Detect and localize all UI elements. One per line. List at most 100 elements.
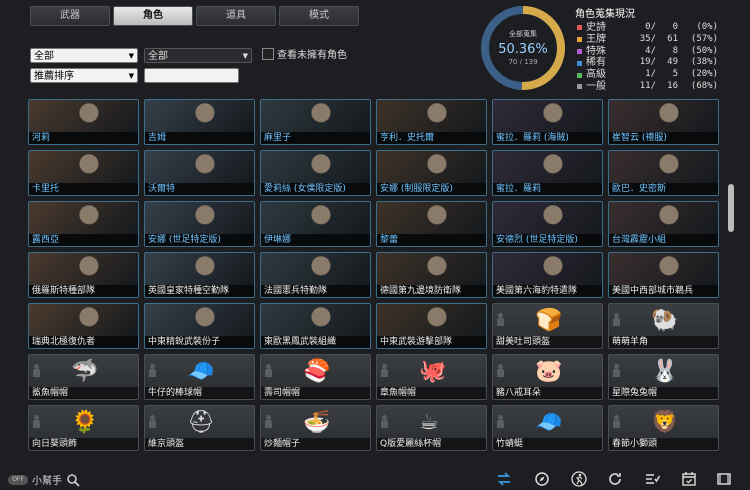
character-name: 安娜 (世足特定版): [145, 234, 254, 246]
show-unowned-label: 查看未擁有角色: [277, 50, 347, 61]
rarity-owned: 11/: [639, 80, 656, 91]
character-card[interactable]: 吉姆: [144, 99, 255, 145]
rarity-percent: (50%): [690, 45, 718, 56]
character-name: 麻里子: [261, 132, 370, 144]
search-input[interactable]: [144, 68, 239, 83]
character-card[interactable]: 🐏 萌萌羊角: [608, 303, 719, 349]
character-name: 法國憲兵特勤隊: [261, 285, 370, 297]
rarity-name: 王牌: [586, 33, 606, 45]
character-card[interactable]: 🌻 向日葵頭飾: [28, 405, 139, 451]
character-card[interactable]: 🐙 章魚帽帽: [376, 354, 487, 400]
character-card[interactable]: 黎蕾: [376, 201, 487, 247]
character-card[interactable]: 中東精銳武裝份子: [144, 303, 255, 349]
character-card[interactable]: 沃爾特: [144, 150, 255, 196]
character-card[interactable]: 🧢 牛仔的棒球帽: [144, 354, 255, 400]
runner-icon[interactable]: [571, 471, 587, 487]
octopus-hat-icon: 🐙: [419, 359, 447, 384]
person-icon: [381, 415, 388, 429]
character-card[interactable]: 德國第九邊境防衛隊: [376, 252, 487, 298]
character-portrait: [261, 151, 370, 183]
character-portrait: [145, 100, 254, 132]
character-name: 美國中西部城市鵜兵: [609, 285, 718, 297]
character-name: 鯊魚帽帽: [29, 387, 138, 399]
character-card[interactable]: 蜜拉．羅莉 (海賊): [492, 99, 603, 145]
character-card[interactable]: 🦈 鯊魚帽帽: [28, 354, 139, 400]
character-card[interactable]: 🦁 春節小獅頭: [608, 405, 719, 451]
category-select[interactable]: 全部 ▼: [30, 48, 138, 63]
character-name: 甜美吐司頭盔: [493, 336, 602, 348]
character-card[interactable]: 🐰 星際兔兔帽: [608, 354, 719, 400]
character-card[interactable]: 🧢 竹蜻蜓: [492, 405, 603, 451]
character-card[interactable]: 瑞典北極復仇者: [28, 303, 139, 349]
character-card[interactable]: 歐巴．史密斯: [608, 150, 719, 196]
tab-characters[interactable]: 角色: [113, 6, 193, 26]
search-icon[interactable]: [66, 473, 80, 487]
character-card[interactable]: 英國皇家特種空勤隊: [144, 252, 255, 298]
character-card[interactable]: 🍞 甜美吐司頭盔: [492, 303, 603, 349]
bottom-toolbar: OFF 小幫手: [0, 468, 750, 490]
rarity-owned: 4/: [645, 45, 656, 56]
shark-hat-icon: 🦈: [71, 359, 99, 384]
character-card[interactable]: 露西亞: [28, 201, 139, 247]
helper-toggle[interactable]: OFF: [8, 474, 28, 485]
character-card[interactable]: 東歐黑鳳武裝組織: [260, 303, 371, 349]
tab-modes[interactable]: 模式: [279, 6, 359, 26]
film-icon[interactable]: [716, 471, 732, 487]
tab-items[interactable]: 道具: [196, 6, 276, 26]
rarity-total: 5: [672, 69, 678, 80]
calendar-icon[interactable]: [681, 471, 697, 487]
collection-title: 角色蒐集現況: [575, 9, 635, 20]
sort-select[interactable]: 推薦排序 ▼: [30, 68, 138, 83]
refresh-icon[interactable]: [607, 471, 623, 487]
character-portrait: [261, 202, 370, 234]
person-icon: [497, 415, 504, 429]
rarity-swatch: [577, 25, 582, 31]
character-card[interactable]: 🐷 豬八戒耳朵: [492, 354, 603, 400]
character-name: 萌萌羊角: [609, 336, 718, 348]
character-card[interactable]: 美國中西部城市鵜兵: [608, 252, 719, 298]
compass-icon[interactable]: [534, 471, 550, 487]
sushi-hat-icon: 🍣: [303, 359, 331, 384]
character-card[interactable]: 俄羅斯特種部隊: [28, 252, 139, 298]
character-card[interactable]: 麻里子: [260, 99, 371, 145]
character-card[interactable]: 台灣霹靂小組: [608, 201, 719, 247]
character-portrait: [29, 304, 138, 336]
character-portrait: [261, 253, 370, 285]
character-name: 牛仔的棒球帽: [145, 387, 254, 399]
character-portrait: [29, 253, 138, 285]
propeller-cap-icon: 🧢: [535, 410, 563, 435]
show-unowned-checkbox[interactable]: [262, 48, 274, 60]
character-card[interactable]: 河莉: [28, 99, 139, 145]
character-card[interactable]: 崔智云 (禮服): [608, 99, 719, 145]
character-card[interactable]: 中東武裝游擊部隊: [376, 303, 487, 349]
sort-list-icon[interactable]: [644, 471, 660, 487]
character-portrait: [493, 100, 602, 132]
character-card[interactable]: 亨利．史托爾: [376, 99, 487, 145]
character-card[interactable]: 蜜拉．羅莉: [492, 150, 603, 196]
character-card[interactable]: 🍜 炒麵帽子: [260, 405, 371, 451]
rarity-swatch: [577, 37, 582, 43]
subcategory-select-value: 全部: [148, 51, 168, 62]
character-card[interactable]: ⛑ 維京頭盔: [144, 405, 255, 451]
character-card[interactable]: 伊琳娜: [260, 201, 371, 247]
character-card[interactable]: 安娜 (世足特定版): [144, 201, 255, 247]
character-card[interactable]: 安德烈 (世足特定版): [492, 201, 603, 247]
character-card[interactable]: 美國第六海豹特遣隊: [492, 252, 603, 298]
character-name: 吉姆: [145, 132, 254, 144]
subcategory-select[interactable]: 全部 ▼: [144, 48, 252, 63]
rarity-name: 史詩: [586, 22, 606, 33]
scrollbar-thumb[interactable]: [728, 184, 734, 232]
character-card[interactable]: ☕ Q版愛麗絲杯帽: [376, 405, 487, 451]
character-name: 炒麵帽子: [261, 438, 370, 450]
character-card[interactable]: 卡里托: [28, 150, 139, 196]
character-name: 卡里托: [29, 183, 138, 195]
character-card[interactable]: 🍣 壽司帽帽: [260, 354, 371, 400]
character-card[interactable]: 法國憲兵特勤隊: [260, 252, 371, 298]
grid-scrollbar[interactable]: [728, 96, 734, 442]
character-name: 蜜拉．羅莉 (海賊): [493, 132, 602, 144]
character-name: 台灣霹靂小組: [609, 234, 718, 246]
swap-icon[interactable]: [496, 471, 512, 487]
tab-weapons[interactable]: 武器: [30, 6, 110, 26]
character-card[interactable]: 愛莉絲 (女僕限定版): [260, 150, 371, 196]
character-card[interactable]: 安娜 (制服限定版): [376, 150, 487, 196]
